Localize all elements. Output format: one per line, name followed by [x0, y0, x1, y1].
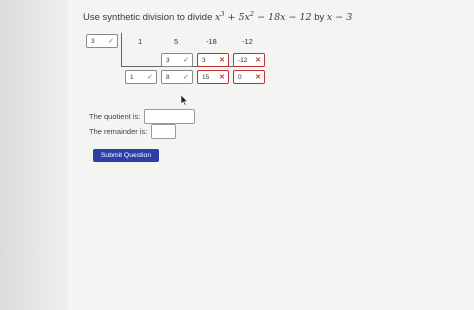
quotient-label: The quotient is: [89, 112, 141, 121]
middle-input-3[interactable]: -12 ✕ [233, 53, 265, 67]
bottom-input-1[interactable]: 1 ✓ [125, 70, 157, 84]
coefficient-2: 5 [174, 37, 179, 46]
cross-icon: ✕ [219, 57, 225, 64]
background-edge [0, 0, 68, 310]
division-bracket-vertical [121, 33, 122, 66]
cross-icon: ✕ [255, 74, 261, 81]
remainder-input[interactable] [151, 124, 176, 139]
root-input[interactable]: 3 ✓ [86, 34, 118, 48]
coefficient-4: -12 [242, 37, 253, 46]
bottom-input-3[interactable]: 15 ✕ [197, 70, 229, 84]
bottom-input-2[interactable]: 8 ✓ [161, 70, 193, 84]
quotient-input[interactable] [144, 109, 195, 124]
submit-question-button[interactable]: Submit Question [93, 149, 159, 162]
cross-icon: ✕ [255, 57, 261, 64]
bottom-input-4[interactable]: 0 ✕ [233, 70, 265, 84]
check-icon: ✓ [183, 74, 189, 81]
mouse-cursor-icon [181, 95, 189, 106]
cross-icon: ✕ [219, 74, 225, 81]
remainder-label: The remainder is: [89, 127, 148, 136]
question-text: Use synthetic division to divide x3 + 5x… [83, 10, 353, 24]
check-icon: ✓ [108, 38, 114, 45]
check-icon: ✓ [183, 57, 189, 64]
coefficient-3: -18 [206, 37, 217, 46]
coefficient-1: 1 [138, 37, 143, 46]
check-icon: ✓ [147, 74, 153, 81]
middle-input-2[interactable]: 3 ✕ [197, 53, 229, 67]
middle-input-1[interactable]: 3 ✓ [161, 53, 193, 67]
